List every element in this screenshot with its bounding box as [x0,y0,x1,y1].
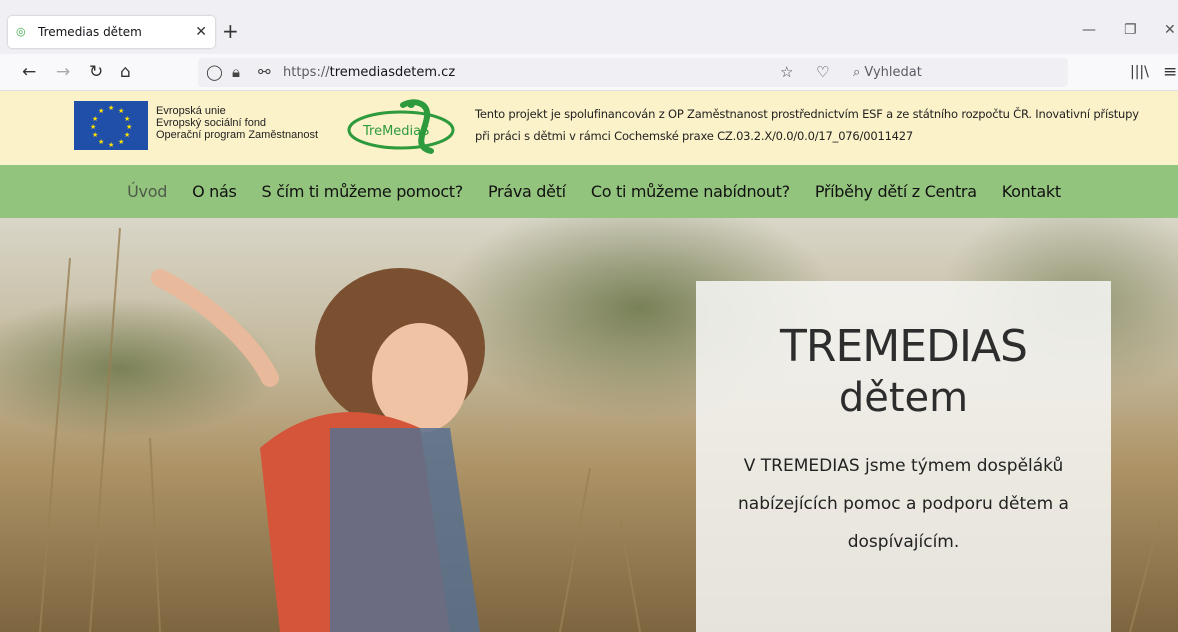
close-window-icon[interactable]: ✕ [1164,22,1176,38]
bookmark-star-icon[interactable]: ☆ [780,63,793,81]
hero-panel: TREMEDIAS dětem V TREMEDIAS jsme týmem d… [696,281,1111,632]
esf-label: Evropská unie Evropský sociální fond Ope… [156,105,318,141]
home-icon[interactable]: ⌂ [120,62,131,82]
search-input[interactable]: ⌕ Vyhledat [843,58,1067,87]
main-menu: Úvod O nás S čím ti můžeme pomoct? Práva… [0,165,1178,218]
forward-icon[interactable]: → [56,62,70,82]
hero-section: TREMEDIAS dětem V TREMEDIAS jsme týmem d… [0,218,1178,632]
restore-icon[interactable]: ❐ [1124,22,1137,38]
shield-icon[interactable]: ◯ [206,63,223,81]
browser-tab[interactable]: ◎ Tremedias dětem ✕ [8,16,215,48]
eu-flag-icon: ★ ★ ★ ★ ★ ★ ★ ★ ★ ★ ★ ★ [74,101,148,150]
menu-item-uvod[interactable]: Úvod [127,182,167,201]
hero-title: TREMEDIAS [780,321,1028,372]
esf-line-fund: Evropský sociální fond [156,117,267,129]
esf-description: Tento projekt je spolufinancován z OP Za… [475,107,1139,143]
hero-text: V TREMEDIAS jsme týmem dospěláků nabízej… [738,456,1069,552]
lock-icon[interactable]: 🔒︎ [232,63,240,81]
permissions-icon[interactable]: ⚯ [258,63,271,81]
esf-line-program: Operační program Zaměstnanost [156,129,319,141]
pocket-icon[interactable]: ♡ [816,63,829,81]
library-icon[interactable]: |||\ [1130,62,1149,82]
search-placeholder: Vyhledat [864,65,922,80]
url-text: https://tremediasdetem.cz [283,65,456,80]
minimize-icon[interactable]: — [1082,22,1096,38]
tab-title: Tremedias dětem [38,25,142,39]
menu-item-pribehy[interactable]: Příběhy dětí z Centra [815,182,977,201]
hero-subtitle: dětem [838,375,969,421]
browser-nav-bar: ← → ↻ ⌂ ◯ 🔒︎ ⚯ https://tremediasdetem.cz… [0,54,1178,91]
menu-item-nabidnout[interactable]: Co ti můžeme nabídnout? [591,182,790,201]
new-tab-button[interactable]: + [222,20,239,42]
logo-text: TreMediaS [362,124,429,139]
search-icon: ⌕ [853,65,865,80]
reload-icon[interactable]: ↻ [89,62,103,82]
menu-icon[interactable]: ≡ [1163,62,1177,82]
menu-item-prava-deti[interactable]: Práva dětí [488,182,566,201]
tremedias-logo[interactable]: TreMediaS [343,97,461,155]
esf-banner: ★ ★ ★ ★ ★ ★ ★ ★ ★ ★ ★ ★ Evropská unie Ev… [0,91,1178,165]
back-icon[interactable]: ← [22,62,36,82]
menu-item-s-cim-pomoct[interactable]: S čím ti můžeme pomoct? [262,182,464,201]
site-favicon-icon: ◎ [16,25,26,38]
browser-tab-bar: ◎ Tremedias dětem ✕ + — ❐ ✕ [0,0,1178,54]
close-tab-icon[interactable]: ✕ [195,24,207,40]
esf-line-eu: Evropská unie [156,105,226,117]
menu-item-kontakt[interactable]: Kontakt [1002,182,1061,201]
menu-item-o-nas[interactable]: O nás [192,182,237,201]
